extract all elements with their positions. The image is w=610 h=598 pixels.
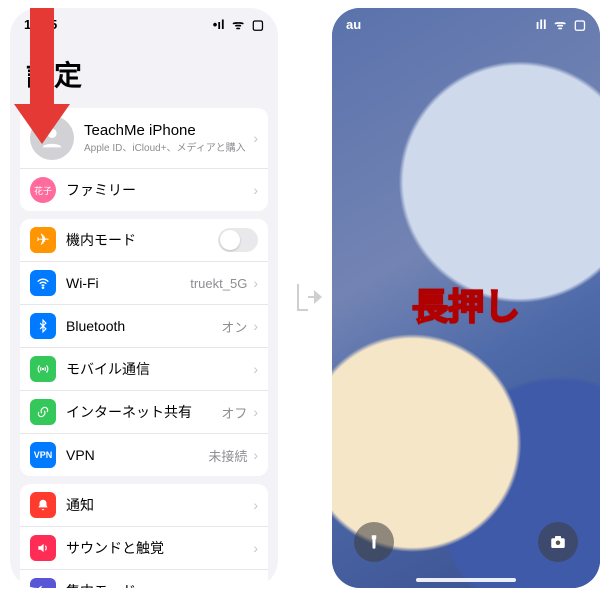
- system-group: 通知 › サウンドと触覚 › 集中モード › スクリーンタイム ›: [20, 484, 268, 588]
- wifi-icon: ᯤ: [554, 17, 566, 32]
- wifi-icon: [30, 270, 56, 296]
- notifications-row[interactable]: 通知 ›: [20, 484, 268, 526]
- home-indicator[interactable]: [416, 578, 516, 582]
- status-indicators: ıll ᯤ ▢: [532, 15, 586, 33]
- chevron-right-icon: ›: [253, 497, 258, 513]
- bluetooth-row[interactable]: Bluetooth オン ›: [20, 304, 268, 347]
- battery-icon: ▢: [252, 17, 264, 32]
- wifi-icon: ᯤ: [232, 17, 244, 32]
- chevron-right-icon: ›: [253, 182, 258, 198]
- battery-icon: ▢: [574, 17, 586, 32]
- vpn-row[interactable]: VPN VPN 未接続 ›: [20, 433, 268, 476]
- status-bar: au ıll ᯤ ▢: [332, 8, 600, 36]
- hotspot-row[interactable]: インターネット共有 オフ ›: [20, 390, 268, 433]
- account-name: TeachMe iPhone: [84, 122, 253, 139]
- signal-icon: •ıl: [213, 17, 225, 32]
- chevron-right-icon: ›: [253, 361, 258, 377]
- camera-button[interactable]: [538, 522, 578, 562]
- chevron-right-icon: ›: [253, 447, 258, 463]
- moon-icon: [30, 578, 56, 588]
- chevron-right-icon: ›: [253, 318, 258, 334]
- chevron-right-icon: ›: [253, 130, 258, 146]
- antenna-icon: [30, 356, 56, 382]
- chevron-right-icon: ›: [253, 404, 258, 420]
- sounds-row[interactable]: サウンドと触覚 ›: [20, 526, 268, 569]
- link-icon: [30, 399, 56, 425]
- chevron-right-icon: ›: [253, 275, 258, 291]
- airplane-icon: ✈: [30, 227, 56, 253]
- speaker-icon: [30, 535, 56, 561]
- chevron-right-icon: ›: [253, 540, 258, 556]
- wifi-row[interactable]: Wi-Fi truekt_5G ›: [20, 261, 268, 304]
- swipe-down-arrow-overlay: [20, 8, 64, 148]
- family-label: ファミリー: [66, 180, 253, 200]
- cellular-row[interactable]: モバイル通信 ›: [20, 347, 268, 390]
- family-row[interactable]: 花子 ファミリー ›: [20, 168, 268, 211]
- instruction-overlay: 長押し: [332, 278, 600, 330]
- flashlight-button[interactable]: [354, 522, 394, 562]
- transition-arrow-icon: [294, 280, 324, 314]
- airplane-row[interactable]: ✈ 機内モード: [20, 219, 268, 261]
- lock-screen[interactable]: au ıll ᯤ ▢ 10月26日 水曜日 17:15 長押し: [332, 8, 600, 588]
- focus-row[interactable]: 集中モード ›: [20, 569, 268, 588]
- bell-icon: [30, 492, 56, 518]
- vpn-icon: VPN: [30, 442, 56, 468]
- family-avatar: 花子: [30, 177, 56, 203]
- network-group: ✈ 機内モード Wi-Fi truekt_5G › Bluetooth オン ›…: [20, 219, 268, 476]
- account-sub: Apple ID、iCloud+、メディアと購入: [84, 139, 253, 154]
- carrier-label: au: [346, 17, 361, 32]
- bluetooth-icon: [30, 313, 56, 339]
- status-indicators: •ıl ᯤ ▢: [209, 15, 264, 33]
- signal-icon: ıll: [536, 17, 547, 32]
- chevron-right-icon: ›: [253, 583, 258, 588]
- airplane-toggle[interactable]: [218, 228, 258, 252]
